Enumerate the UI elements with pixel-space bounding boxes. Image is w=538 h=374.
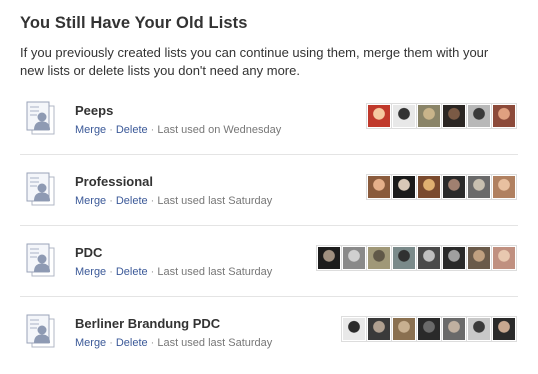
list-document-icon xyxy=(26,172,56,206)
merge-link[interactable]: Merge xyxy=(75,124,106,136)
list-name: PDC xyxy=(75,245,103,260)
avatar[interactable] xyxy=(466,245,492,271)
avatar[interactable] xyxy=(416,174,442,200)
last-used-text: Last used last Saturday xyxy=(157,195,273,207)
member-avatars xyxy=(366,174,517,200)
avatar[interactable] xyxy=(366,245,392,271)
separator-dot: · xyxy=(150,337,155,349)
avatar[interactable] xyxy=(441,245,467,271)
avatar[interactable] xyxy=(491,174,517,200)
avatar[interactable] xyxy=(416,316,442,342)
avatar[interactable] xyxy=(366,316,392,342)
list-row: PDC Merge · Delete · Last used last Saturday xyxy=(20,232,518,297)
merge-link[interactable]: Merge xyxy=(75,195,106,207)
separator-dot: · xyxy=(150,266,155,278)
avatar[interactable] xyxy=(441,103,467,129)
list-meta: Merge · Delete · Last used on Wednesday xyxy=(75,124,281,136)
avatar[interactable] xyxy=(366,174,392,200)
avatar[interactable] xyxy=(391,316,417,342)
avatar[interactable] xyxy=(466,174,492,200)
separator-dot: · xyxy=(150,124,155,136)
delete-link[interactable]: Delete xyxy=(116,266,148,278)
list-meta: Merge · Delete · Last used last Saturday xyxy=(75,195,272,207)
avatar[interactable] xyxy=(441,316,467,342)
avatar[interactable] xyxy=(491,245,517,271)
list-meta: Merge · Delete · Last used last Saturday xyxy=(75,337,272,349)
avatar[interactable] xyxy=(391,174,417,200)
separator-dot: · xyxy=(109,337,113,349)
list-row: Peeps Merge · Delete · Last used on Wednesday xyxy=(20,90,518,155)
separator-dot: · xyxy=(109,266,113,278)
list-row: Professional Merge · Delete · Last used last … xyxy=(20,161,518,226)
list-name: Berliner Brandung PDC xyxy=(75,316,221,331)
avatar[interactable] xyxy=(366,103,392,129)
avatar[interactable] xyxy=(391,245,417,271)
avatar[interactable] xyxy=(491,103,517,129)
avatar[interactable] xyxy=(341,316,367,342)
separator-dot: · xyxy=(109,195,113,207)
avatar[interactable] xyxy=(491,316,517,342)
avatar[interactable] xyxy=(416,103,442,129)
list-row: Berliner Brandung PDC Merge · Delete · Last u… xyxy=(20,303,518,367)
avatar[interactable] xyxy=(466,316,492,342)
page-description: If you previously created lists you can … xyxy=(20,45,489,78)
avatar[interactable] xyxy=(316,245,342,271)
member-avatars xyxy=(366,103,517,129)
list-meta: Merge · Delete · Last used last Saturday xyxy=(75,266,272,278)
last-used-text: Last used last Saturday xyxy=(157,266,273,278)
avatar[interactable] xyxy=(441,174,467,200)
avatar[interactable] xyxy=(341,245,367,271)
member-avatars xyxy=(316,245,517,271)
last-used-text: Last used on Wednesday xyxy=(157,124,282,136)
merge-link[interactable]: Merge xyxy=(75,266,106,278)
list-document-icon xyxy=(26,101,56,135)
list-document-icon xyxy=(26,314,56,348)
delete-link[interactable]: Delete xyxy=(116,195,148,207)
avatar[interactable] xyxy=(391,103,417,129)
avatar[interactable] xyxy=(466,103,492,129)
merge-link[interactable]: Merge xyxy=(75,337,106,349)
member-avatars xyxy=(341,316,517,342)
list-name: Professional xyxy=(75,174,154,189)
separator-dot: · xyxy=(150,195,155,207)
old-lists: Peeps Merge · Delete · Last used on Wednesday… xyxy=(20,90,518,373)
last-used-text: Last used last Saturday xyxy=(157,337,273,349)
delete-link[interactable]: Delete xyxy=(116,124,148,136)
list-document-icon xyxy=(26,243,56,277)
separator-dot: · xyxy=(109,124,113,136)
avatar[interactable] xyxy=(416,245,442,271)
delete-link[interactable]: Delete xyxy=(116,337,148,349)
page-title: You Still Have Your Old Lists xyxy=(20,14,248,32)
list-name: Peeps xyxy=(75,103,114,118)
